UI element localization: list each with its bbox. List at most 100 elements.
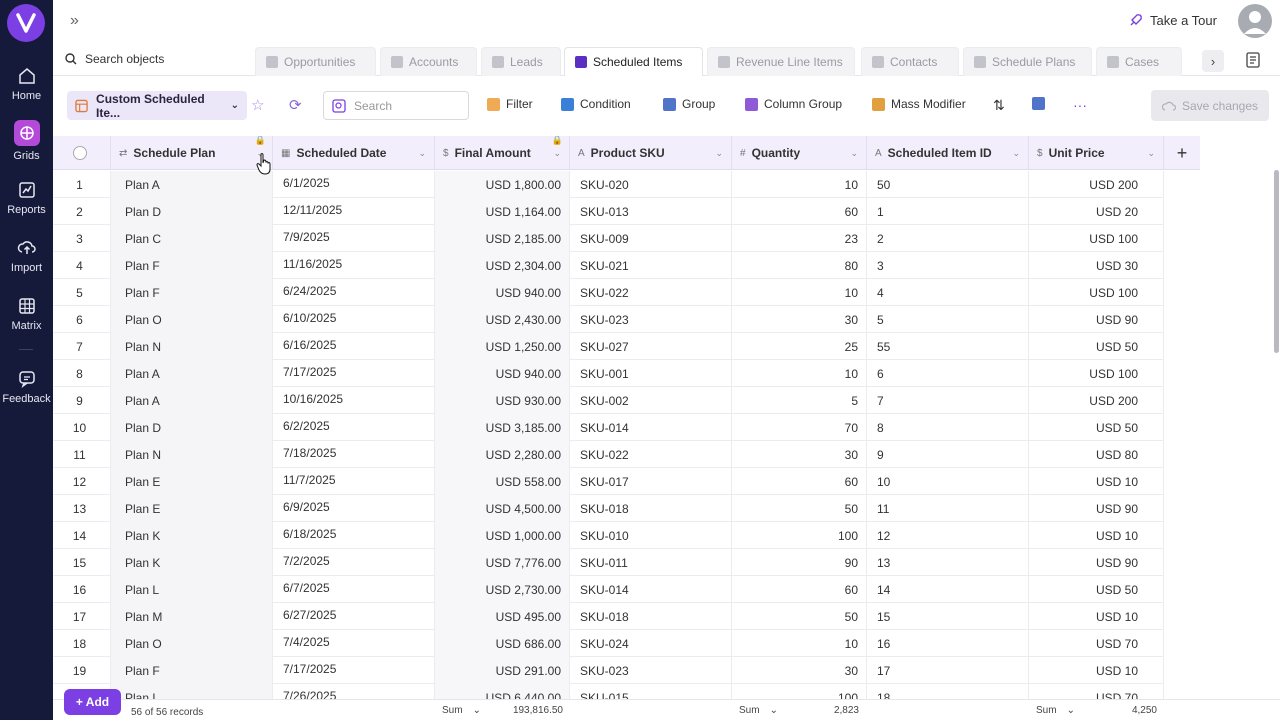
nav-item-matrix[interactable]: Matrix <box>0 296 53 332</box>
unit-price-cell[interactable]: USD 10 <box>1029 603 1164 630</box>
quantity-cell[interactable]: 23 <box>732 225 867 252</box>
favorite-star-icon[interactable]: ☆ <box>251 96 269 114</box>
unit-price-cell[interactable]: USD 200 <box>1029 171 1164 198</box>
scheduled-item-id-cell[interactable]: 7 <box>867 387 1029 414</box>
product-sku-cell[interactable]: SKU-011 <box>570 549 732 576</box>
final-amount-cell[interactable]: USD 1,250.00 <box>435 333 570 360</box>
quantity-cell[interactable]: 30 <box>732 657 867 684</box>
take-a-tour-button[interactable]: Take a Tour <box>1128 12 1217 28</box>
final-amount-cell[interactable]: USD 686.00 <box>435 630 570 657</box>
schedule-plan-cell[interactable]: Plan C <box>111 225 273 252</box>
final-amount-cell[interactable]: USD 1,000.00 <box>435 522 570 549</box>
schedule-plan-cell[interactable]: Plan O <box>111 630 273 657</box>
row-height-button[interactable] <box>1032 97 1045 110</box>
scheduled-date-cell[interactable]: 6/16/2025 <box>273 333 435 360</box>
unit-price-cell[interactable]: USD 90 <box>1029 549 1164 576</box>
scheduled-item-id-cell[interactable]: 9 <box>867 441 1029 468</box>
product-sku-cell[interactable]: SKU-024 <box>570 630 732 657</box>
nav-item-home[interactable]: Home <box>0 66 53 102</box>
tab-schedule-plans[interactable]: Schedule Plans <box>963 47 1092 76</box>
scheduled-item-id-cell[interactable]: 6 <box>867 360 1029 387</box>
scheduled-item-id-cell[interactable]: 11 <box>867 495 1029 522</box>
scheduled-item-id-cell[interactable]: 55 <box>867 333 1029 360</box>
quantity-cell[interactable]: 80 <box>732 252 867 279</box>
final-amount-cell[interactable]: USD 2,730.00 <box>435 576 570 603</box>
tab-leads[interactable]: Leads <box>481 47 561 76</box>
product-sku-cell[interactable]: SKU-021 <box>570 252 732 279</box>
table-row[interactable]: 20Plan L7/26/2025USD 6,440.00SKU-0151001… <box>53 684 1164 699</box>
schedule-plan-cell[interactable]: Plan A <box>111 387 273 414</box>
more-options-button[interactable]: ··· <box>1073 97 1087 113</box>
quantity-cell[interactable]: 100 <box>732 684 867 699</box>
scheduled-date-cell[interactable]: 6/24/2025 <box>273 279 435 306</box>
table-row[interactable]: 13 Plan E 6/9/2025 USD 4,500.00 SKU-018 50 11 U… <box>53 495 1164 522</box>
quantity-cell[interactable]: 10 <box>732 279 867 306</box>
scheduled-date-cell[interactable]: 11/7/2025 <box>273 468 435 495</box>
view-selector[interactable]: Custom Scheduled Ite... ⌄ <box>67 91 247 120</box>
product-sku-cell[interactable]: SKU-015 <box>570 684 732 699</box>
condition-button[interactable]: Condition <box>561 97 631 111</box>
mass-modifier-button[interactable]: Mass Modifier <box>872 97 966 111</box>
final-amount-cell[interactable]: USD 558.00 <box>435 468 570 495</box>
unit-price-cell[interactable]: USD 30 <box>1029 252 1164 279</box>
nav-item-reports[interactable]: Reports <box>0 180 53 216</box>
table-row[interactable]: 2 Plan D 12/11/2025 USD 1,164.00 SKU-013 60 1 U… <box>53 198 1164 225</box>
search-objects[interactable]: Search objects <box>65 52 164 66</box>
tab-contacts[interactable]: Contacts <box>861 47 959 76</box>
final-amount-cell[interactable]: USD 3,185.00 <box>435 414 570 441</box>
scheduled-item-id-cell[interactable]: 10 <box>867 468 1029 495</box>
final-amount-cell[interactable]: USD 7,776.00 <box>435 549 570 576</box>
table-row[interactable]: 11 Plan N 7/18/2025 USD 2,280.00 SKU-022 30 9 U… <box>53 441 1164 468</box>
final-amount-cell[interactable]: USD 2,185.00 <box>435 225 570 252</box>
sort-button[interactable]: ⇅ <box>993 97 1005 114</box>
scheduled-item-id-cell[interactable]: 8 <box>867 414 1029 441</box>
product-sku-cell[interactable]: SKU-027 <box>570 333 732 360</box>
table-row[interactable]: 10 Plan D 6/2/2025 USD 3,185.00 SKU-014 70 8 US… <box>53 414 1164 441</box>
product-sku-cell[interactable]: SKU-020 <box>570 171 732 198</box>
refresh-icon[interactable]: ⟳ <box>289 96 307 114</box>
scheduled-item-id-cell[interactable]: 12 <box>867 522 1029 549</box>
tab-revenue-line-items[interactable]: Revenue Line Items <box>707 47 855 76</box>
final-amount-cell[interactable]: USD 940.00 <box>435 360 570 387</box>
product-sku-cell[interactable]: SKU-014 <box>570 414 732 441</box>
quantity-cell[interactable]: 10 <box>732 630 867 657</box>
table-row[interactable]: 9 Plan A 10/16/2025 USD 930.00 SKU-002 5 7 USD … <box>53 387 1164 414</box>
chevron-down-icon[interactable]: ⌄ <box>418 148 426 159</box>
app-logo[interactable] <box>7 4 45 42</box>
scheduled-item-id-cell[interactable]: 5 <box>867 306 1029 333</box>
scheduled-item-id-cell[interactable]: 4 <box>867 279 1029 306</box>
quantity-cell[interactable]: 30 <box>732 441 867 468</box>
final-amount-cell[interactable]: USD 4,500.00 <box>435 495 570 522</box>
final-amount-cell[interactable]: USD 940.00 <box>435 279 570 306</box>
tab-opportunities[interactable]: Opportunities <box>255 47 376 76</box>
quantity-cell[interactable]: 100 <box>732 522 867 549</box>
schedule-plan-cell[interactable]: Plan N <box>111 441 273 468</box>
quantity-cell[interactable]: 25 <box>732 333 867 360</box>
quantity-cell[interactable]: 5 <box>732 387 867 414</box>
quantity-cell[interactable]: 60 <box>732 468 867 495</box>
schedule-plan-cell[interactable]: Plan D <box>111 414 273 441</box>
product-sku-cell[interactable]: SKU-018 <box>570 495 732 522</box>
final-amount-cell[interactable]: USD 1,800.00 <box>435 171 570 198</box>
final-amount-cell[interactable]: USD 930.00 <box>435 387 570 414</box>
tabs-scroll-right-button[interactable]: › <box>1202 50 1224 72</box>
chevron-down-icon[interactable]: ⌄ <box>715 148 723 159</box>
user-avatar[interactable] <box>1238 4 1272 38</box>
product-sku-cell[interactable]: SKU-022 <box>570 279 732 306</box>
scheduled-date-cell[interactable]: 7/17/2025 <box>273 657 435 684</box>
product-sku-cell[interactable]: SKU-010 <box>570 522 732 549</box>
final-amount-cell[interactable]: USD 6,440.00 <box>435 684 570 699</box>
table-row[interactable]: 3 Plan C 7/9/2025 USD 2,185.00 SKU-009 23 2 USD… <box>53 225 1164 252</box>
scheduled-item-id-cell[interactable]: 14 <box>867 576 1029 603</box>
unit-price-cell[interactable]: USD 20 <box>1029 198 1164 225</box>
expand-sidebar-button[interactable]: » <box>70 12 88 30</box>
unit-price-cell[interactable]: USD 10 <box>1029 468 1164 495</box>
unit-price-cell[interactable]: USD 80 <box>1029 441 1164 468</box>
schedule-plan-cell[interactable]: Plan D <box>111 198 273 225</box>
table-row[interactable]: 14 Plan K 6/18/2025 USD 1,000.00 SKU-010 100 1… <box>53 522 1164 549</box>
quantity-cell[interactable]: 60 <box>732 198 867 225</box>
product-sku-cell[interactable]: SKU-014 <box>570 576 732 603</box>
scheduled-date-cell[interactable]: 6/9/2025 <box>273 495 435 522</box>
unit-price-cell[interactable]: USD 10 <box>1029 522 1164 549</box>
schedule-plan-cell[interactable]: Plan E <box>111 495 273 522</box>
